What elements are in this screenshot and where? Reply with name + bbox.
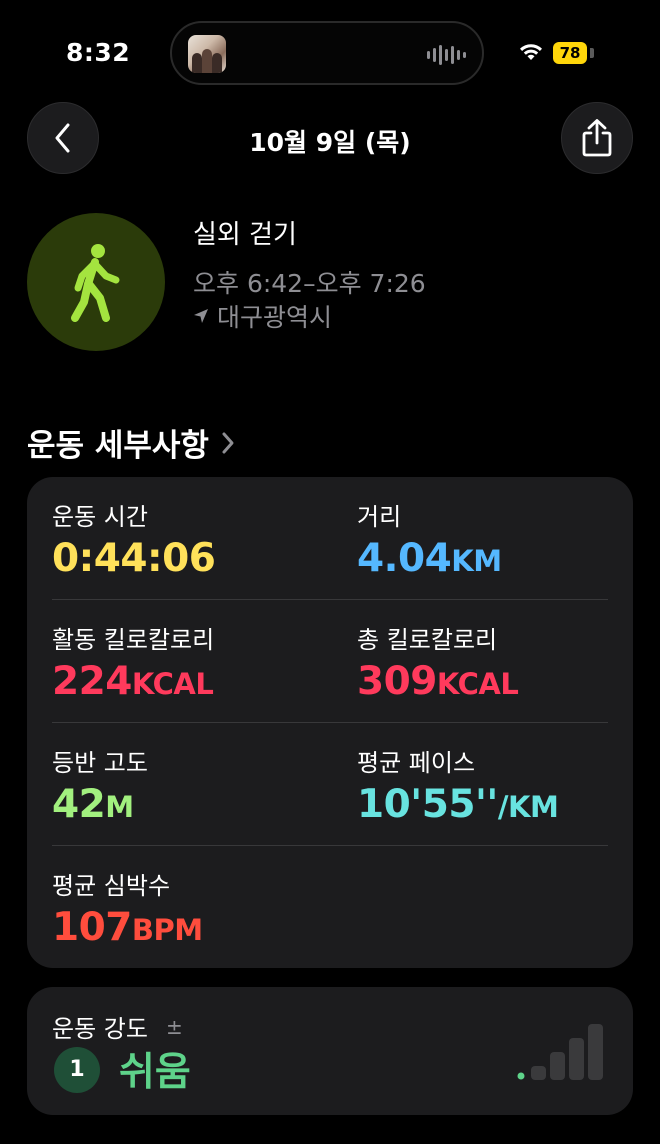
metric-active-calories: 활동 킬로칼로리 224KCAL bbox=[52, 620, 214, 704]
divider bbox=[52, 845, 608, 846]
workout-details-card[interactable]: 운동 시간 0:44:06 거리 4.04KM 활동 킬로칼로리 224KCAL… bbox=[27, 477, 633, 968]
intensity-bar bbox=[517, 1072, 525, 1080]
metric-average-pace: 평균 페이스 10'55''/KM bbox=[357, 743, 559, 827]
intensity-bar bbox=[569, 1038, 584, 1080]
intensity-level-badge: 1 bbox=[54, 1047, 100, 1093]
section-title: 운동 세부사항 bbox=[27, 428, 209, 464]
metric-value: 0:44:06 bbox=[52, 536, 216, 581]
metric-label: 활동 킬로칼로리 bbox=[52, 626, 215, 654]
walking-figure-icon bbox=[71, 244, 120, 322]
workout-intensity-card[interactable]: 운동 강도 ± 1 쉬움 bbox=[27, 987, 633, 1115]
chevron-right-icon bbox=[222, 432, 234, 453]
intensity-bar bbox=[588, 1024, 603, 1080]
metric-distance: 거리 4.04KM bbox=[357, 497, 502, 581]
metric-label: 거리 bbox=[357, 503, 402, 531]
metric-total-calories: 총 킬로칼로리 309KCAL bbox=[357, 620, 519, 704]
intensity-level-text: 쉬움 bbox=[119, 1050, 191, 1095]
share-button[interactable] bbox=[561, 102, 633, 174]
metric-value: 107BPM bbox=[52, 905, 203, 950]
album-art-icon bbox=[188, 35, 226, 73]
metric-value: 224KCAL bbox=[52, 659, 214, 704]
location-text: 대구광역시 bbox=[217, 303, 333, 332]
wifi-icon bbox=[518, 41, 544, 65]
intensity-bars-icon bbox=[517, 1024, 603, 1080]
intensity-bar bbox=[550, 1052, 565, 1080]
workout-name: 실외 걷기 bbox=[193, 220, 297, 250]
activity-badge bbox=[27, 213, 165, 351]
status-time: 8:32 bbox=[66, 38, 131, 67]
metric-label: 총 킬로칼로리 bbox=[357, 626, 498, 654]
metric-workout-time: 운동 시간 0:44:06 bbox=[52, 497, 216, 581]
metric-label: 운동 시간 bbox=[52, 503, 148, 531]
intensity-bar bbox=[531, 1066, 546, 1080]
metric-average-heart-rate: 평균 심박수 107BPM bbox=[52, 866, 203, 950]
battery-tip bbox=[590, 48, 594, 58]
metric-label: 평균 페이스 bbox=[357, 749, 476, 777]
metric-label: 평균 심박수 bbox=[52, 872, 171, 900]
divider bbox=[52, 599, 608, 600]
location-arrow-icon bbox=[194, 309, 208, 323]
battery-icon: 78 bbox=[553, 42, 587, 64]
metric-value: 309KCAL bbox=[357, 659, 519, 704]
intensity-label-row: 운동 강도 ± bbox=[52, 1009, 183, 1044]
metric-label: 등반 고도 bbox=[52, 749, 148, 777]
share-icon bbox=[582, 119, 612, 157]
section-header-workout-details[interactable]: 운동 세부사항 bbox=[27, 420, 235, 465]
plus-minus-icon: ± bbox=[165, 1014, 183, 1039]
intensity-label: 운동 강도 bbox=[52, 1015, 148, 1043]
audio-wave-icon bbox=[427, 43, 466, 67]
metric-value: 4.04KM bbox=[357, 536, 502, 581]
dynamic-island[interactable] bbox=[170, 21, 484, 85]
workout-time-range: 오후 6:42–오후 7:26 bbox=[193, 269, 426, 298]
workout-location: 대구광역시 bbox=[193, 298, 332, 334]
metric-value: 42M bbox=[52, 782, 134, 827]
divider bbox=[52, 722, 608, 723]
metric-elevation-gain: 등반 고도 42M bbox=[52, 743, 148, 827]
metric-value: 10'55''/KM bbox=[357, 782, 559, 827]
